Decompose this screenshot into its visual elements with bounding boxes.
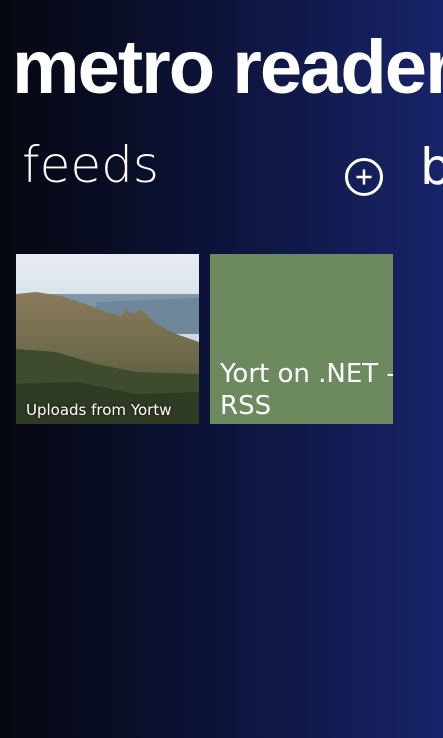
plus-circle-icon (356, 169, 372, 185)
section-title-feeds: feeds (22, 136, 159, 194)
feed-tile-label: Uploads from Yortw (26, 401, 172, 419)
app-title: metro reader (12, 25, 443, 110)
feed-tile-uploads[interactable]: Uploads from Yortw (16, 254, 199, 424)
next-section-peek[interactable]: b (420, 142, 443, 192)
add-feed-button[interactable] (345, 158, 383, 196)
feed-tile-label: Yort on .NET - RSS (220, 359, 393, 421)
feed-thumbnail-image (16, 254, 199, 424)
feed-tile-yort-rss[interactable]: Yort on .NET - RSS (210, 254, 393, 424)
